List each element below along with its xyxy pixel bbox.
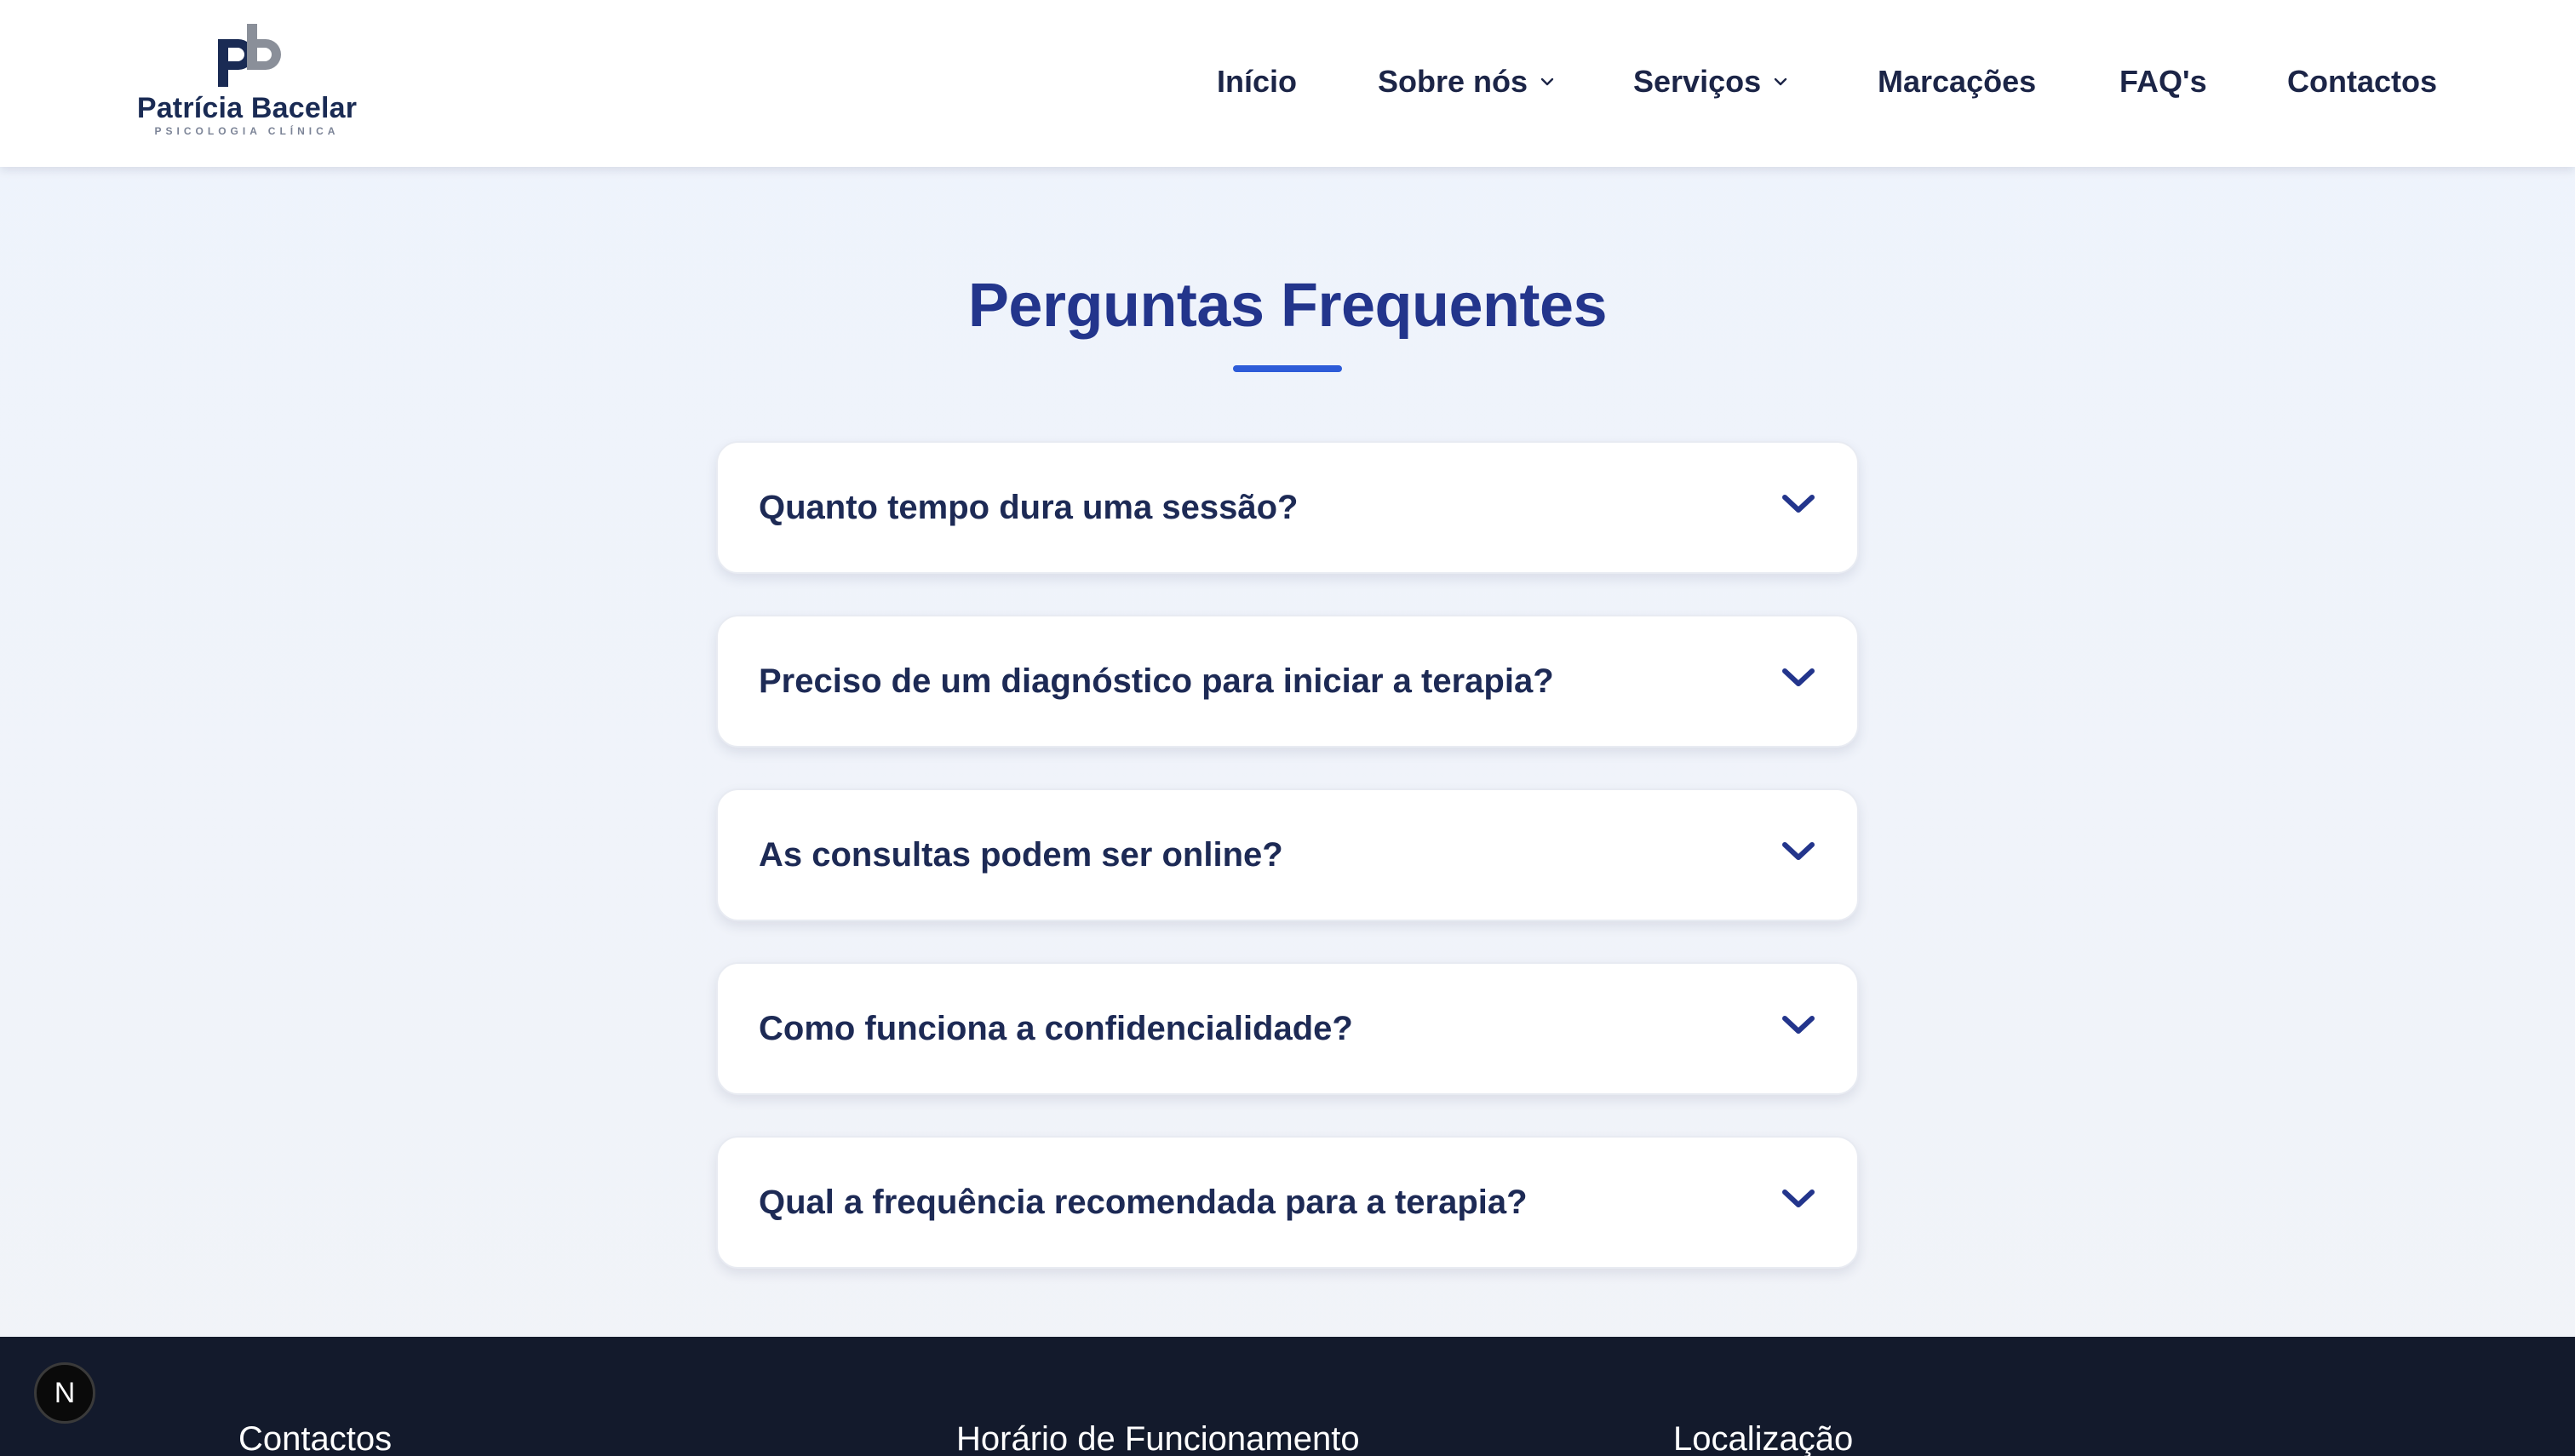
chevron-down-icon[interactable] xyxy=(1781,666,1816,690)
badge-letter: N xyxy=(54,1376,76,1409)
page-title: Perguntas Frequentes xyxy=(967,272,1608,340)
nav-item-label: FAQ's xyxy=(2119,64,2207,99)
nav-item-faqs[interactable]: FAQ's xyxy=(2119,60,2207,104)
nav-item-label: Contactos xyxy=(2287,64,2438,99)
dev-tools-badge[interactable]: N xyxy=(34,1362,95,1424)
faq-item[interactable]: As consultas podem ser online? xyxy=(716,788,1859,921)
main-nav: Início Sobre nós Serviços Marcações FAQ'… xyxy=(0,60,2575,104)
nav-item-sobre-nos[interactable]: Sobre nós xyxy=(1378,60,1555,104)
brand-tagline: PSICOLOGIA CLÍNICA xyxy=(154,125,340,137)
nav-item-servicos[interactable]: Serviços xyxy=(1633,60,1788,104)
nav-item-label: Sobre nós xyxy=(1378,64,1528,99)
faq-item[interactable]: Como funciona a confidencialidade? xyxy=(716,962,1859,1095)
chevron-down-icon[interactable] xyxy=(1781,492,1816,516)
nav-item-contactos[interactable]: Contactos xyxy=(2287,60,2437,104)
nav-item-label: Início xyxy=(1217,64,1298,99)
faq-question: Preciso de um diagnóstico para iniciar a… xyxy=(759,662,1554,700)
title-underline xyxy=(1233,365,1342,372)
site-footer: Contactos Horário de Funcionamento Local… xyxy=(0,1337,2575,1456)
nav-item-label: Serviços xyxy=(1633,64,1762,99)
faq-question: As consultas podem ser online? xyxy=(759,836,1283,874)
nav-item-marcacoes[interactable]: Marcações xyxy=(1878,60,2036,104)
chevron-down-icon[interactable] xyxy=(1781,840,1816,863)
nav-item-label: Marcações xyxy=(1878,64,2037,99)
chevron-down-icon xyxy=(1773,77,1788,87)
faq-question: Qual a frequência recomendada para a ter… xyxy=(759,1184,1528,1221)
chevron-down-icon[interactable] xyxy=(1781,1013,1816,1037)
site-header: Patrícia Bacelar PSICOLOGIA CLÍNICA Iníc… xyxy=(0,0,2575,167)
chevron-down-icon[interactable] xyxy=(1781,1187,1816,1211)
footer-heading-localizacao: Localização xyxy=(1673,1420,1854,1456)
chevron-down-icon xyxy=(1540,77,1555,87)
faq-item[interactable]: Quanto tempo dura uma sessão? xyxy=(716,441,1859,574)
faq-item[interactable]: Preciso de um diagnóstico para iniciar a… xyxy=(716,615,1859,748)
footer-heading-contactos: Contactos xyxy=(238,1420,393,1456)
faq-item[interactable]: Qual a frequência recomendada para a ter… xyxy=(716,1136,1859,1269)
nav-item-inicio[interactable]: Início xyxy=(1217,60,1297,104)
faq-question: Como funciona a confidencialidade? xyxy=(759,1010,1353,1047)
footer-heading-horario: Horário de Funcionamento xyxy=(956,1420,1360,1456)
faq-question: Quanto tempo dura uma sessão? xyxy=(759,489,1299,526)
